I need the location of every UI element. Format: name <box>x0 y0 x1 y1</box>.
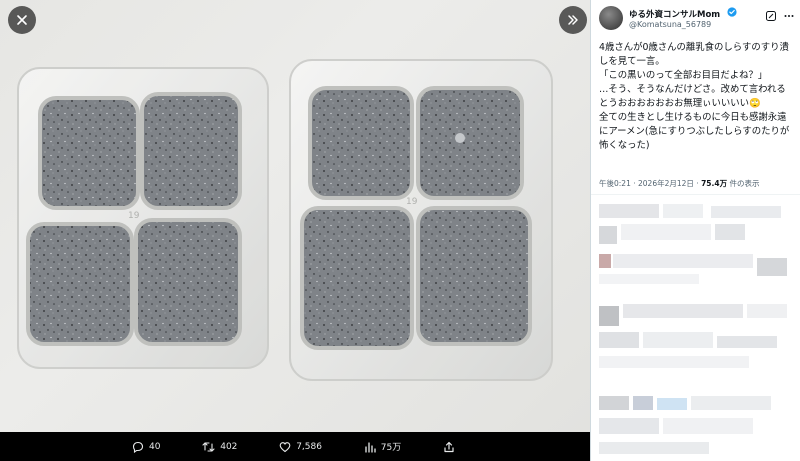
reply-icon <box>132 441 144 453</box>
post-view-count: 75.4万 <box>701 179 728 188</box>
right-tray: 19 <box>289 59 553 381</box>
ice-cube-trays-image: 19 19 <box>17 59 553 381</box>
post-text-line: 「この黒いのって全部お目目だよね？」 <box>599 70 768 81</box>
views-button[interactable]: 75万 <box>364 440 401 453</box>
author-display-name[interactable]: ゆる外資コンサルMom <box>629 8 720 20</box>
blurred-replies <box>591 196 800 461</box>
post-text-line: …そう、そうなんだけどさ。改めて言われるとうおおおおおおお無理ぃいいいい🙄 <box>599 84 786 109</box>
bar-chart-icon <box>365 441 376 453</box>
share-icon <box>444 441 454 452</box>
grok-icon[interactable] <box>765 10 777 22</box>
repost-button[interactable]: 402 <box>202 441 237 453</box>
more-options-icon[interactable] <box>783 10 795 22</box>
double-chevron-right-icon <box>568 15 578 25</box>
reply-button[interactable]: 40 <box>132 441 160 453</box>
post-meta: 午後0:21 · 2026年2月12日 · 75.4万 件の表示 <box>599 179 760 188</box>
post-time[interactable]: 午後0:21 <box>599 179 631 188</box>
share-button[interactable] <box>443 441 455 453</box>
divider <box>591 194 800 195</box>
tray-number-right: 19 <box>406 197 418 207</box>
post-text-line: 4歳さんが0歳さんの離乳食のしらすのすり潰しを見て一言。 <box>599 42 789 67</box>
left-tray: 19 <box>17 67 269 369</box>
heart-icon <box>279 441 291 452</box>
repost-count: 402 <box>220 441 238 452</box>
author-handle[interactable]: @Komatsuna_56789 <box>629 20 711 29</box>
post-photo: 19 19 <box>0 0 590 432</box>
verified-badge-icon <box>727 7 737 17</box>
post-view-label: 件の表示 <box>729 179 760 188</box>
post-detail-panel: ゆる外資コンサルMom @Komatsuna_56789 4歳さんが0歳さんの離… <box>590 0 800 461</box>
tray-number-left: 19 <box>128 211 140 221</box>
like-count: 7,586 <box>296 441 322 452</box>
repost-icon <box>202 441 215 452</box>
reply-count: 40 <box>149 441 161 452</box>
avatar[interactable] <box>599 6 623 30</box>
post-text: 4歳さんが0歳さんの離乳食のしらすのすり潰しを見て一言。 「この黒いのって全部お… <box>599 41 795 153</box>
post-author-header: ゆる外資コンサルMom @Komatsuna_56789 <box>599 6 794 32</box>
expand-panel-button[interactable] <box>559 6 587 34</box>
media-viewer: 19 19 40 402 7,586 75万 <box>0 0 590 461</box>
like-button[interactable]: 7,586 <box>279 441 322 453</box>
close-icon <box>17 15 27 25</box>
post-text-line: 全ての生きとし生けるものに今日も感謝永遠にアーメン(急にすりつぶしたしらすのたり… <box>599 112 790 151</box>
close-button[interactable] <box>8 6 36 34</box>
views-count: 75万 <box>380 443 402 453</box>
post-date[interactable]: 2026年2月12日 <box>638 179 694 188</box>
post-action-bar: 40 402 7,586 75万 <box>0 432 590 461</box>
